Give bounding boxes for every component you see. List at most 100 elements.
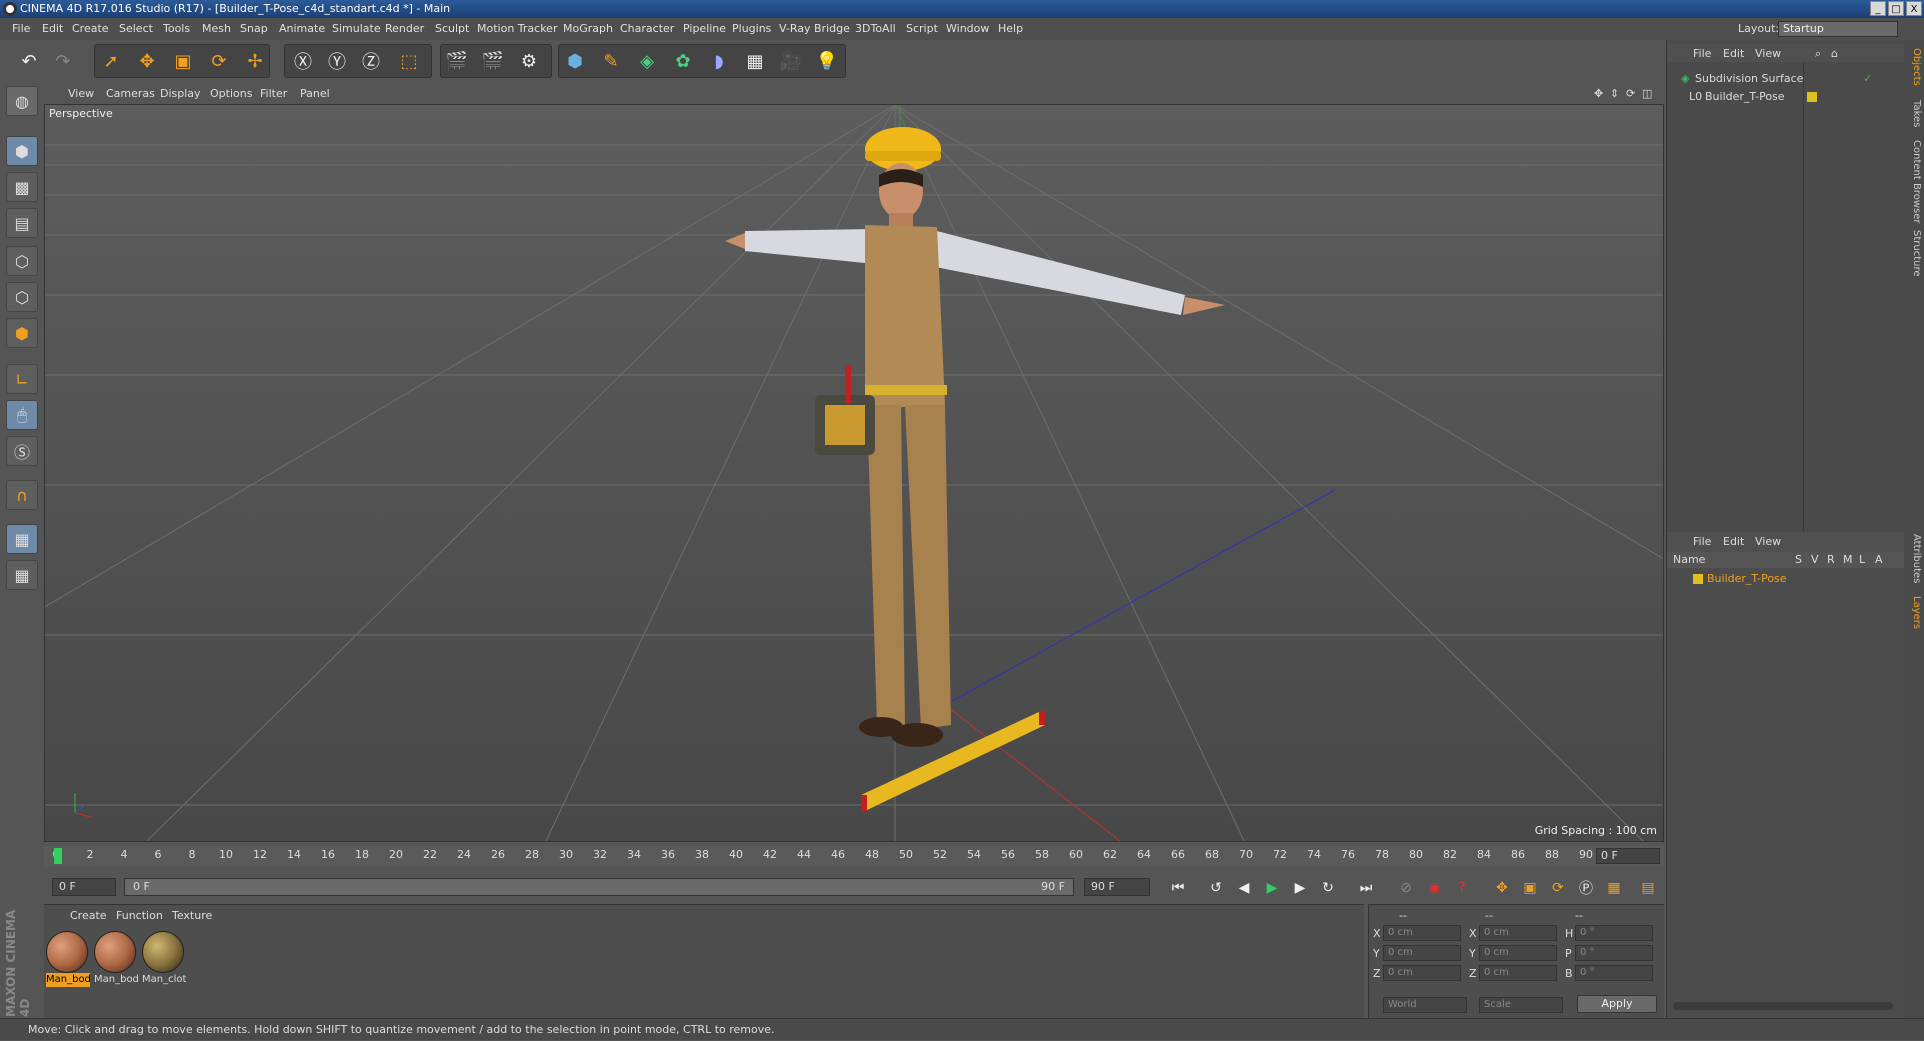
play-button[interactable]: ▶ xyxy=(1260,876,1284,900)
size-x-field[interactable]: 0 cm xyxy=(1479,925,1557,941)
locked-workplane-button[interactable]: ▦ xyxy=(6,524,38,554)
minimize-button[interactable]: _ xyxy=(1870,1,1886,16)
model-mode-button[interactable]: ⬢ xyxy=(6,136,38,166)
edges-mode-button[interactable]: ⬡ xyxy=(6,282,38,312)
timeline-playhead[interactable] xyxy=(54,848,62,864)
menu-render[interactable]: Render xyxy=(385,18,424,40)
timeline-window-button[interactable]: ▤ xyxy=(1636,876,1660,900)
rotation-p-field[interactable]: 0 ° xyxy=(1575,945,1653,961)
redo-button[interactable]: ↷ xyxy=(48,46,78,76)
viewport-menu-options[interactable]: Options xyxy=(210,84,252,104)
snap-button[interactable]: Ⓢ xyxy=(6,436,38,466)
move-button[interactable]: ✥ xyxy=(132,46,162,76)
render-view-button[interactable]: 🎬 xyxy=(442,46,472,76)
light-button[interactable]: 💡 xyxy=(812,46,842,76)
menu-tools[interactable]: Tools xyxy=(163,18,190,40)
menu-edit[interactable]: Edit xyxy=(42,18,63,40)
builder-model[interactable] xyxy=(725,127,1225,747)
material-menu-create[interactable]: Create xyxy=(70,905,107,927)
menu-mesh[interactable]: Mesh xyxy=(202,18,231,40)
texture-mode-button[interactable]: ▩ xyxy=(6,172,38,202)
menu-create[interactable]: Create xyxy=(72,18,109,40)
coordinate-system-button[interactable]: ⬚ xyxy=(394,46,424,76)
rotation-b-field[interactable]: 0 ° xyxy=(1575,965,1653,981)
menu-motion-tracker[interactable]: Motion Tracker xyxy=(477,18,557,40)
menu-sculpt[interactable]: Sculpt xyxy=(435,18,469,40)
layer-menu-view[interactable]: View xyxy=(1755,532,1781,552)
current-frame-field[interactable]: 0 F xyxy=(1596,848,1660,864)
points-mode-button[interactable]: ⬡ xyxy=(6,246,38,276)
menu-window[interactable]: Window xyxy=(946,18,989,40)
prev-keyframe-button[interactable]: ↺ xyxy=(1204,876,1228,900)
maximize-button[interactable]: □ xyxy=(1888,1,1904,16)
menu-script[interactable]: Script xyxy=(906,18,938,40)
goto-start-button[interactable]: ⏮ xyxy=(1166,876,1190,900)
make-editable-button[interactable]: ◍ xyxy=(6,86,38,116)
goto-end-button[interactable]: ⏭ xyxy=(1354,876,1378,900)
object-row[interactable]: ◈ Subdivision Surface ✓ xyxy=(1667,70,1905,88)
mograph-cloner-button[interactable]: ✿ xyxy=(668,46,698,76)
transform-button[interactable]: ✢ xyxy=(240,46,270,76)
menu-animate[interactable]: Animate xyxy=(279,18,325,40)
menu-plugins[interactable]: Plugins xyxy=(732,18,771,40)
home-icon[interactable]: ⌂ xyxy=(1831,44,1838,64)
magnet-button[interactable]: ∩ xyxy=(6,480,38,510)
pen-button[interactable]: ✎ xyxy=(596,46,626,76)
material-swatch[interactable]: Man_clot xyxy=(142,931,186,989)
search-icon[interactable]: ⌕ xyxy=(1815,44,1821,64)
tab-objects[interactable]: Objects xyxy=(1906,48,1922,86)
size-mode-select[interactable]: Scale xyxy=(1479,997,1563,1013)
next-keyframe-button[interactable]: ↻ xyxy=(1316,876,1340,900)
apply-button[interactable]: Apply xyxy=(1577,995,1657,1013)
menu-file[interactable]: File xyxy=(12,18,30,40)
x-axis-button[interactable]: Ⓧ xyxy=(288,46,318,76)
menu-simulate[interactable]: Simulate xyxy=(332,18,381,40)
perspective-viewport[interactable]: Perspective Grid Spacing : 100 cm xyxy=(44,104,1664,842)
object-row[interactable]: L0 Builder_T-Pose xyxy=(1667,88,1905,106)
position-x-field[interactable]: 0 cm xyxy=(1383,925,1461,941)
position-y-field[interactable]: 0 cm xyxy=(1383,945,1461,961)
material-swatch[interactable]: Man_bod xyxy=(94,931,138,989)
autokey-button[interactable]: ◉ xyxy=(1422,876,1446,900)
layer-menu-edit[interactable]: Edit xyxy=(1723,532,1744,552)
key-scale-button[interactable]: ▣ xyxy=(1518,876,1542,900)
material-menu-function[interactable]: Function xyxy=(116,905,163,927)
position-z-field[interactable]: 0 cm xyxy=(1383,965,1461,981)
record-position-button[interactable]: ⊘ xyxy=(1394,876,1418,900)
camera-button[interactable]: 🎥 xyxy=(776,46,806,76)
key-parameter-button[interactable]: Ⓟ xyxy=(1574,876,1598,900)
rotation-h-field[interactable]: 0 ° xyxy=(1575,925,1653,941)
key-position-button[interactable]: ✥ xyxy=(1490,876,1514,900)
tab-content-browser[interactable]: Content Browser xyxy=(1906,140,1922,223)
layout-select[interactable]: Startup xyxy=(1778,21,1898,37)
object-menu-file[interactable]: File xyxy=(1693,44,1711,64)
undo-button[interactable]: ↶ xyxy=(14,46,44,76)
tab-structure[interactable]: Structure xyxy=(1906,230,1922,277)
render-picture-viewer-button[interactable]: 🎬 xyxy=(478,46,508,76)
cube-button[interactable]: ⬢ xyxy=(560,46,590,76)
prev-frame-button[interactable]: ◀ xyxy=(1232,876,1256,900)
menu-pipeline[interactable]: Pipeline xyxy=(683,18,726,40)
deformer-button[interactable]: ◗ xyxy=(704,46,734,76)
viewport-menu-cameras[interactable]: Cameras xyxy=(106,84,155,104)
preview-range-slider[interactable]: 0 F 90 F xyxy=(124,878,1074,896)
polygons-mode-button[interactable]: ⬢ xyxy=(6,318,38,348)
floor-button[interactable]: ▦ xyxy=(740,46,770,76)
timeline-ruler[interactable]: 0246810121416182022242628303234363840424… xyxy=(44,846,1664,866)
menu-help[interactable]: Help xyxy=(998,18,1023,40)
viewport-menu-view[interactable]: View xyxy=(68,84,94,104)
viewport-layout-icon[interactable]: ◫ xyxy=(1642,84,1652,104)
menu-snap[interactable]: Snap xyxy=(240,18,268,40)
axis-mode-button[interactable]: ∟ xyxy=(6,364,38,394)
object-menu-edit[interactable]: Edit xyxy=(1723,44,1744,64)
tweak-mode-button[interactable]: 🖱 xyxy=(6,400,38,430)
menu-select[interactable]: Select xyxy=(119,18,153,40)
keyframe-selection-button[interactable]: ? xyxy=(1450,876,1474,900)
menu-3dtoall[interactable]: 3DToAll xyxy=(855,18,896,40)
size-y-field[interactable]: 0 cm xyxy=(1479,945,1557,961)
scale-button[interactable]: ▣ xyxy=(168,46,198,76)
layer-menu-file[interactable]: File xyxy=(1693,532,1711,552)
menu-vray-bridge[interactable]: V-Ray Bridge xyxy=(779,18,850,40)
menu-mograph[interactable]: MoGraph xyxy=(563,18,613,40)
viewport-menu-display[interactable]: Display xyxy=(160,84,201,104)
